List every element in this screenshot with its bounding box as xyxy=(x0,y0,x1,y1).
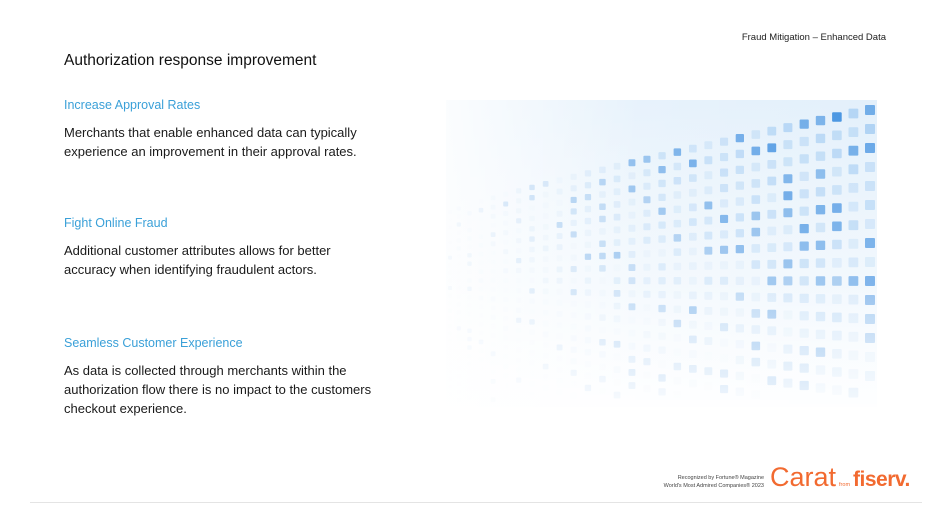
section-body: Merchants that enable enhanced data can … xyxy=(64,125,357,159)
section-seamless-customer-experience: Seamless Customer Experience As data is … xyxy=(64,336,374,418)
section-heading: Seamless Customer Experience xyxy=(64,336,243,350)
section-body: As data is collected through merchants w… xyxy=(64,363,372,416)
recognition-text: Recognized by Fortune® Magazine World's … xyxy=(636,474,764,490)
fade-overlay xyxy=(446,100,877,407)
footer-divider xyxy=(30,502,922,503)
hero-image xyxy=(446,100,877,407)
recognition-line-1: Recognized by Fortune® Magazine xyxy=(677,475,764,481)
brand-carat-wordmark: Carat xyxy=(770,462,837,492)
recognition-line-2: World's Most Admired Companies® 2023 xyxy=(663,483,764,489)
section-heading: Increase Approval Rates xyxy=(64,98,201,112)
data-grid-illustration xyxy=(446,100,877,407)
section-fight-online-fraud: Fight Online Fraud Additional customer a… xyxy=(64,216,374,279)
page-title: Authorization response improvement xyxy=(64,52,317,69)
brand-logo: Carat from fiserv. xyxy=(770,462,910,496)
brand-fiserv-wordmark: fiserv. xyxy=(853,468,910,491)
section-body: Additional customer attributes allows fo… xyxy=(64,243,331,277)
header-label: Fraud Mitigation – Enhanced Data xyxy=(741,32,886,43)
section-heading: Fight Online Fraud xyxy=(64,216,168,230)
brand-from-text: from xyxy=(839,482,851,488)
section-increase-approval-rates: Increase Approval Rates Merchants that e… xyxy=(64,98,374,161)
